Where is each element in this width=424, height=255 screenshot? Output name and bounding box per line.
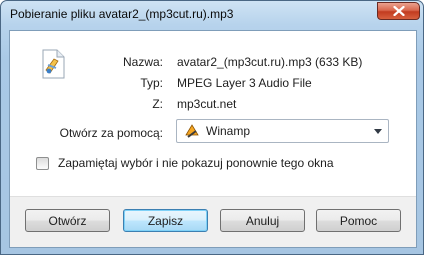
file-name-label: Nazwa: bbox=[122, 55, 163, 69]
save-button[interactable]: Zapisz bbox=[123, 209, 208, 232]
remember-choice-label[interactable]: Zapamiętaj wybór i nie pokazuj ponownie … bbox=[58, 156, 334, 170]
close-icon bbox=[392, 6, 405, 16]
dialog-window: Pobieranie pliku avatar2_(mp3cut.ru).mp3… bbox=[0, 0, 424, 255]
winamp-icon bbox=[184, 123, 200, 139]
file-source-label: Z: bbox=[152, 97, 163, 111]
open-with-selected: Winamp bbox=[206, 124, 251, 138]
close-button[interactable] bbox=[377, 2, 420, 20]
open-with-label: Otwórz za pomocą: bbox=[59, 126, 163, 140]
remember-choice-row[interactable]: Zapamiętaj wybór i nie pokazuj ponownie … bbox=[36, 156, 334, 170]
cancel-button[interactable]: Anuluj bbox=[220, 209, 305, 232]
open-button[interactable]: Otwórz bbox=[25, 209, 110, 232]
open-with-dropdown[interactable]: Winamp bbox=[176, 119, 389, 143]
file-name-value: avatar2_(mp3cut.ru).mp3 (633 KB) bbox=[177, 55, 363, 69]
file-type-value: MPEG Layer 3 Audio File bbox=[177, 76, 312, 90]
chevron-down-icon bbox=[374, 129, 382, 134]
help-button[interactable]: Pomoc bbox=[316, 209, 401, 232]
window-title: Pobieranie pliku avatar2_(mp3cut.ru).mp3 bbox=[10, 7, 234, 21]
remember-choice-checkbox[interactable] bbox=[36, 156, 49, 170]
file-type-label: Typ: bbox=[140, 76, 163, 90]
dialog-body: Nazwa: avatar2_(mp3cut.ru).mp3 (633 KB) … bbox=[9, 30, 417, 248]
file-source-value: mp3cut.net bbox=[177, 97, 237, 111]
